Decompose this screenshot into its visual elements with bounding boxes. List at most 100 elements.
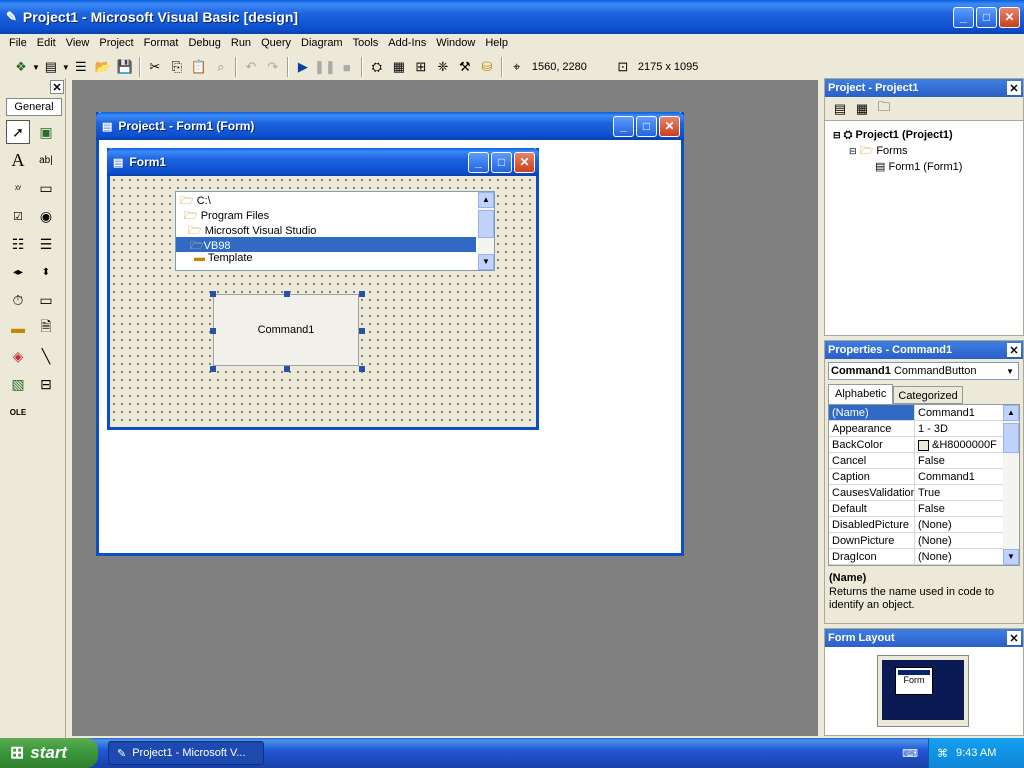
keyboard-icon[interactable]: ⌨: [902, 747, 918, 760]
scroll-up-button[interactable]: ▲: [1003, 405, 1019, 421]
find-icon[interactable]: ⌕: [210, 56, 232, 78]
undo-icon[interactable]: ↶: [240, 56, 262, 78]
filelistbox-tool-icon[interactable]: 🗎: [34, 316, 58, 340]
form1-minimize-button[interactable]: _: [468, 151, 489, 173]
close-button[interactable]: ✕: [999, 6, 1020, 28]
form1-maximize-button[interactable]: □: [491, 151, 512, 173]
ole-tool-icon[interactable]: OLE: [6, 400, 30, 424]
menu-window[interactable]: Window: [431, 37, 480, 49]
property-grid-scrollbar[interactable]: ▲ ▼: [1003, 405, 1019, 565]
resize-handle[interactable]: [359, 328, 365, 334]
object-selector[interactable]: Command1 CommandButton ▼: [828, 362, 1019, 380]
maximize-button[interactable]: □: [976, 6, 997, 28]
tree-forms-folder[interactable]: ⊟ 🗁 Forms: [833, 143, 1023, 159]
menu-query[interactable]: Query: [256, 37, 296, 49]
view-object-icon[interactable]: ▦: [851, 98, 873, 120]
menu-diagram[interactable]: Diagram: [296, 37, 348, 49]
redo-icon[interactable]: ↷: [262, 56, 284, 78]
property-row[interactable]: DownPicture (None): [829, 533, 1003, 549]
form-layout-title-bar[interactable]: Form Layout ✕: [825, 629, 1023, 647]
clock[interactable]: 9:43 AM: [956, 747, 996, 759]
combobox-tool-icon[interactable]: ☷: [6, 232, 30, 256]
minimize-button[interactable]: _: [953, 6, 974, 28]
tree-project-node[interactable]: ⊟ ⛭ Project1 (Project1): [833, 127, 1023, 143]
menu-project[interactable]: Project: [94, 37, 138, 49]
form1-title-bar[interactable]: ▤ Form1 _ □ ✕: [107, 148, 539, 176]
image-tool-icon[interactable]: ▧: [6, 372, 30, 396]
tab-alphabetic[interactable]: Alphabetic: [828, 384, 894, 404]
cut-icon[interactable]: ✂: [144, 56, 166, 78]
dir-list-scrollbar[interactable]: ▲ ▼: [478, 192, 494, 270]
menu-debug[interactable]: Debug: [183, 37, 225, 49]
menu-format[interactable]: Format: [139, 37, 184, 49]
menu-run[interactable]: Run: [226, 37, 256, 49]
form-layout-icon[interactable]: ⊞: [410, 56, 432, 78]
dir-list-box[interactable]: 🗁 C:\ 🗁 Program Files 🗁 Microsoft Visual…: [175, 191, 495, 271]
paste-icon[interactable]: 📋: [188, 56, 210, 78]
listbox-tool-icon[interactable]: ☰: [34, 232, 58, 256]
collapse-icon[interactable]: ⊟: [833, 130, 841, 140]
menu-tools[interactable]: Tools: [348, 37, 384, 49]
data-view-icon[interactable]: ⛁: [476, 56, 498, 78]
resize-handle[interactable]: [210, 366, 216, 372]
form-designer-title-bar[interactable]: ▤ Project1 - Form1 (Form) _ □ ✕: [96, 112, 684, 140]
commandbutton-tool-icon[interactable]: ▭: [34, 176, 58, 200]
property-row[interactable]: Default False: [829, 501, 1003, 517]
timer-tool-icon[interactable]: ⏱: [6, 288, 30, 312]
toolbox-icon[interactable]: ⚒: [454, 56, 476, 78]
property-row[interactable]: DragIcon (None): [829, 549, 1003, 565]
scroll-down-button[interactable]: ▼: [478, 254, 494, 270]
scroll-thumb[interactable]: [478, 210, 494, 238]
tab-categorized[interactable]: Categorized: [893, 386, 963, 404]
properties-window-icon[interactable]: ▦: [388, 56, 410, 78]
taskbar-item-vb[interactable]: ✎ Project1 - Microsoft V...: [108, 741, 264, 765]
properties-title-bar[interactable]: Properties - Command1 ✕: [825, 341, 1023, 359]
property-row[interactable]: Caption Command1: [829, 469, 1003, 485]
resize-handle[interactable]: [210, 291, 216, 297]
frame-tool-icon[interactable]: ᵡʸ: [6, 176, 30, 200]
project-explorer-icon[interactable]: ⛭: [366, 56, 388, 78]
pointer-tool-icon[interactable]: ➚: [6, 120, 30, 144]
scroll-thumb[interactable]: [1003, 423, 1019, 453]
dir-item-visual-studio[interactable]: 🗁 Microsoft Visual Studio: [176, 222, 494, 237]
start-icon[interactable]: ▶: [292, 56, 314, 78]
label-tool-icon[interactable]: A: [6, 148, 30, 172]
menu-edit[interactable]: Edit: [32, 37, 61, 49]
dir-item-vb98[interactable]: 🗁VB98: [176, 237, 476, 252]
line-tool-icon[interactable]: ╲: [34, 344, 58, 368]
scroll-down-button[interactable]: ▼: [1003, 549, 1019, 565]
copy-icon[interactable]: ⎘: [166, 56, 188, 78]
drivelistbox-tool-icon[interactable]: ▭: [34, 288, 58, 312]
resize-handle[interactable]: [284, 291, 290, 297]
resize-handle[interactable]: [210, 328, 216, 334]
property-row[interactable]: Appearance 1 - 3D: [829, 421, 1003, 437]
optionbutton-tool-icon[interactable]: ◉: [34, 204, 58, 228]
start-button[interactable]: ⊞ start: [0, 738, 98, 768]
form-designer-close-button[interactable]: ✕: [659, 115, 680, 137]
form-designer-maximize-button[interactable]: □: [636, 115, 657, 137]
object-browser-icon[interactable]: ❈: [432, 56, 454, 78]
form1-close-button[interactable]: ✕: [514, 151, 535, 173]
resize-handle[interactable]: [284, 366, 290, 372]
dir-item-root[interactable]: 🗁 C:\: [176, 192, 494, 207]
form1-client-area[interactable]: 🗁 C:\ 🗁 Program Files 🗁 Microsoft Visual…: [110, 176, 536, 424]
property-row[interactable]: CausesValidation True: [829, 485, 1003, 501]
project-explorer-title-bar[interactable]: Project - Project1 ✕: [825, 79, 1023, 97]
resize-handle[interactable]: [359, 366, 365, 372]
data-tool-icon[interactable]: ⊟: [34, 372, 58, 396]
vscrollbar-tool-icon[interactable]: ⬍: [34, 260, 58, 284]
form-layout-close-icon[interactable]: ✕: [1007, 631, 1021, 645]
chevron-down-icon[interactable]: ▼: [1006, 367, 1018, 376]
menu-help[interactable]: Help: [480, 37, 513, 49]
tree-form1-item[interactable]: ▤ Form1 (Form1): [833, 159, 1023, 175]
textbox-tool-icon[interactable]: ab|: [34, 148, 58, 172]
break-icon[interactable]: ❚❚: [314, 56, 336, 78]
dir-item-template[interactable]: ▬ Template: [176, 252, 494, 267]
collapse-icon[interactable]: ⊟: [849, 146, 857, 156]
property-row[interactable]: Cancel False: [829, 453, 1003, 469]
add-project-icon[interactable]: ❖: [10, 56, 32, 78]
layout-form-preview[interactable]: Form: [895, 667, 933, 695]
form1[interactable]: ▤ Form1 _ □ ✕ 🗁 C:\ 🗁 Program Files 🗁 Mi…: [107, 148, 539, 430]
add-form-icon[interactable]: ▤: [40, 56, 62, 78]
view-code-icon[interactable]: ▤: [829, 98, 851, 120]
